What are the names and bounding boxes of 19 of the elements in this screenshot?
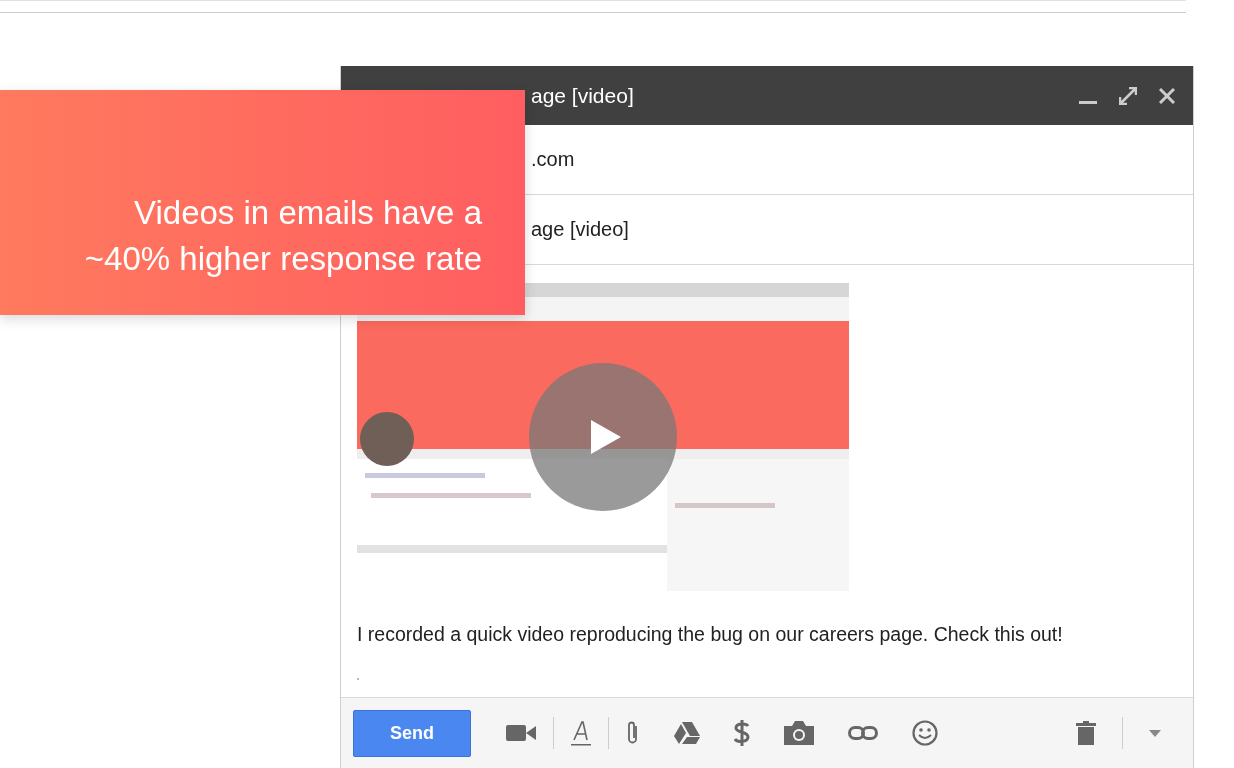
recipient-field[interactable]: .com [527,125,1193,194]
expand-icon[interactable] [1119,86,1137,105]
dollar-icon[interactable] [734,719,750,747]
caret-icon[interactable] [1149,729,1161,737]
drive-icon[interactable] [674,722,700,744]
video-camera-icon[interactable] [506,724,536,742]
trash-icon[interactable] [1076,721,1096,745]
close-icon[interactable] [1159,87,1175,104]
promo-text: Videos in emails have a [134,193,482,233]
message-text: I recorded a quick video reproducing the bug on our careers page. Check this out! [357,623,1064,646]
paperclip-icon[interactable] [626,720,640,746]
emoji-icon[interactable] [912,720,938,746]
subject-field[interactable]: age [video] [527,195,1193,264]
window-title: age [video] [531,83,635,108]
play-icon [589,418,623,456]
camera-icon[interactable] [784,721,814,745]
link-icon[interactable] [848,726,878,740]
text-format-icon[interactable] [571,720,591,746]
promo-text: ~40% higher response rate [84,239,482,279]
